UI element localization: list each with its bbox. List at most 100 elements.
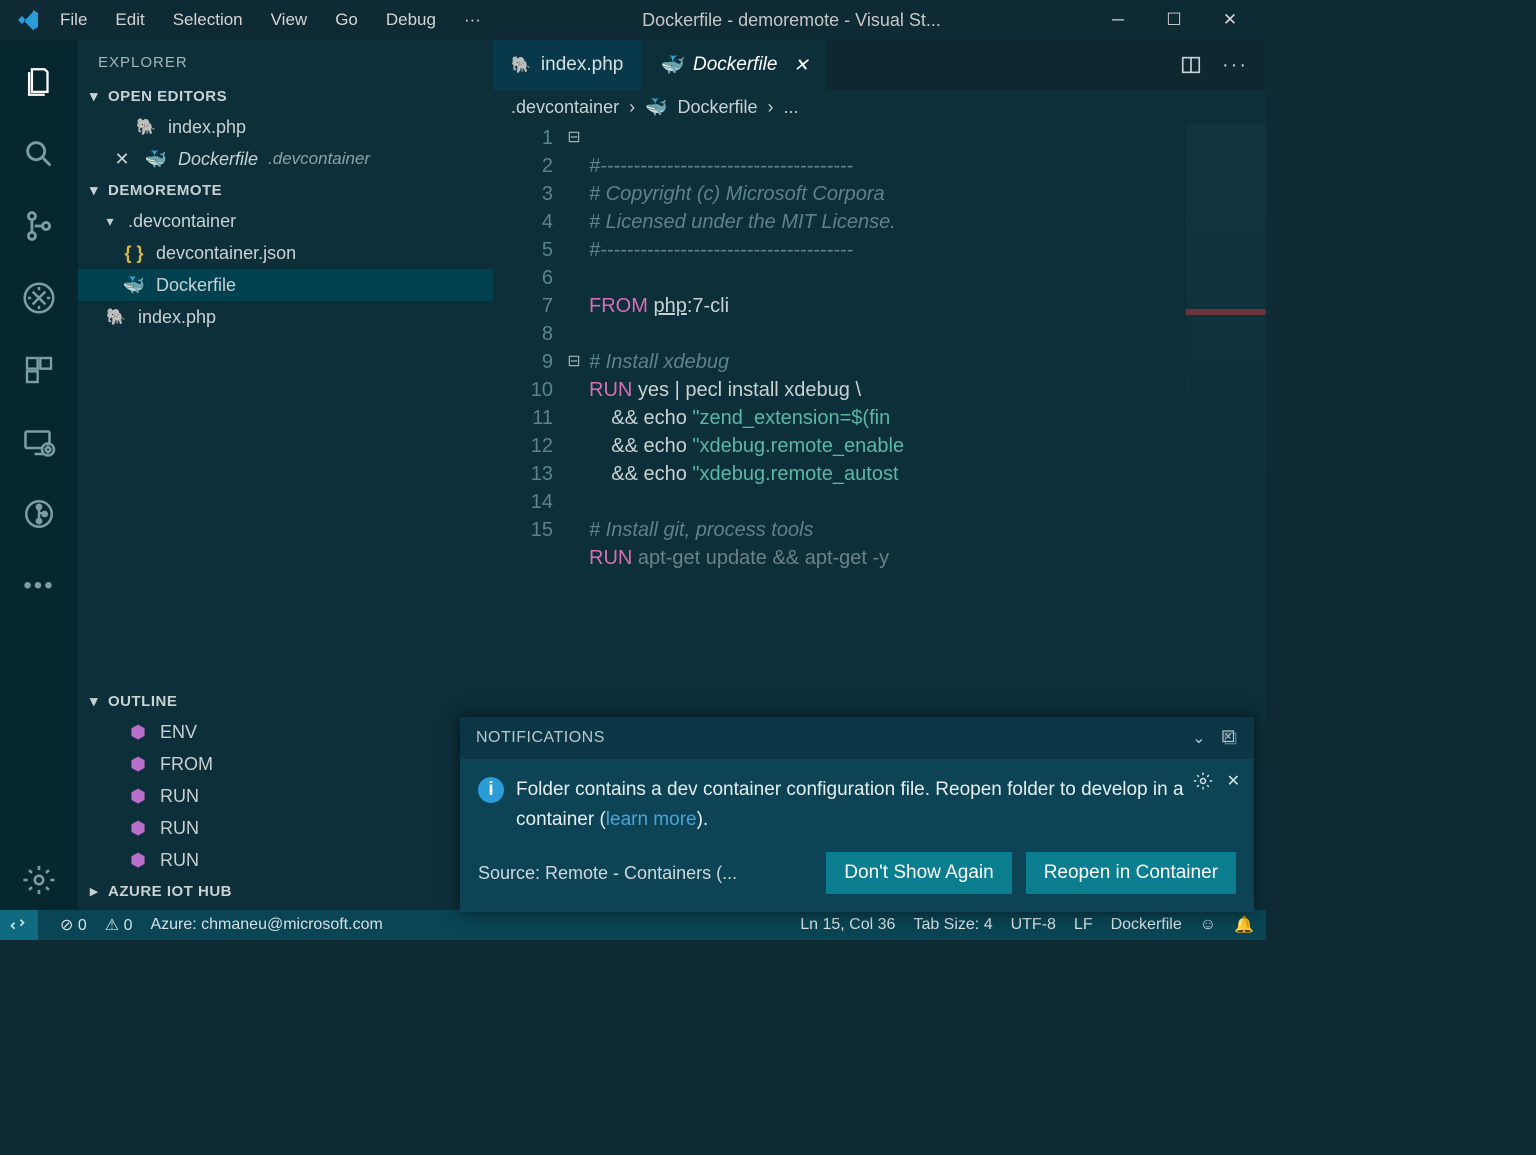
docker-icon: 🐳 [645, 97, 667, 118]
tab-close-icon[interactable]: ✕ [793, 55, 808, 76]
tab-index-php[interactable]: 🐘 index.php [493, 40, 641, 90]
outline-item[interactable]: ⬢ ENV [78, 716, 493, 748]
file-item[interactable]: { } devcontainer.json [78, 237, 493, 269]
outline-symbol: ENV [160, 722, 197, 743]
remote-indicator[interactable] [0, 910, 38, 940]
php-icon: 🐘 [134, 117, 158, 137]
workspace-header[interactable]: ▾ DEMOREMOTE [78, 175, 493, 205]
breadcrumb-segment[interactable]: ... [784, 97, 799, 118]
title-bar: File Edit Selection View Go Debug ··· Do… [0, 0, 1266, 40]
folder-item[interactable]: ▾ .devcontainer [78, 205, 493, 237]
reopen-in-container-button[interactable]: Reopen in Container [1026, 852, 1236, 894]
close-icon[interactable]: ✕ [110, 149, 134, 170]
activity-explorer-icon[interactable] [9, 52, 69, 112]
menu-debug[interactable]: Debug [374, 6, 448, 34]
clear-notifications-icon[interactable] [1220, 728, 1238, 748]
php-icon: 🐘 [511, 55, 531, 75]
close-window-icon[interactable]: ✕ [1202, 0, 1258, 40]
outline-item[interactable]: ⬢ FROM [78, 748, 493, 780]
activity-more-icon[interactable]: ••• [9, 556, 69, 616]
breadcrumb-segment[interactable]: Dockerfile [678, 97, 758, 118]
split-editor-icon[interactable] [1180, 54, 1202, 76]
menu-go[interactable]: Go [323, 6, 370, 34]
file-label: Dockerfile [156, 275, 236, 296]
status-cursor-position[interactable]: Ln 15, Col 36 [800, 916, 895, 934]
open-editors-label: OPEN EDITORS [108, 88, 227, 105]
file-item[interactable]: 🐳 Dockerfile [78, 269, 493, 301]
menu-more[interactable]: ··· [452, 6, 493, 34]
chevron-down-icon: ▾ [102, 213, 118, 230]
dont-show-again-button[interactable]: Don't Show Again [826, 852, 1011, 894]
activity-git-icon[interactable] [9, 484, 69, 544]
status-warnings[interactable]: ⚠ 0 [105, 915, 133, 935]
azure-iot-header[interactable]: ▸ AZURE IOT HUB [78, 876, 493, 906]
workspace-label: DEMOREMOTE [108, 182, 222, 199]
fold-gutter[interactable]: ⊟⊟ [565, 124, 583, 544]
outline-symbol: RUN [160, 786, 199, 807]
outline-header[interactable]: ▾ OUTLINE [78, 686, 493, 716]
outline-symbol: RUN [160, 818, 199, 839]
outline-item[interactable]: ⬢ RUN [78, 812, 493, 844]
open-editors-header[interactable]: ▾ OPEN EDITORS [78, 81, 493, 111]
file-label: index.php [138, 307, 216, 328]
chevron-right-icon: › [768, 97, 774, 118]
activity-search-icon[interactable] [9, 124, 69, 184]
azure-label: AZURE IOT HUB [108, 883, 232, 900]
tab-dockerfile[interactable]: 🐳 Dockerfile ✕ [641, 40, 826, 90]
menu-file[interactable]: File [48, 6, 99, 34]
folder-label: .devcontainer [128, 211, 236, 232]
notifications-title: NOTIFICATIONS [476, 729, 605, 747]
outline-item[interactable]: ⬢RUN [78, 844, 493, 876]
menu-edit[interactable]: Edit [103, 6, 156, 34]
activity-settings-icon[interactable] [9, 850, 69, 910]
window-title: Dockerfile - demoremote - Visual St... [493, 10, 1090, 31]
outline-symbol: FROM [160, 754, 213, 775]
learn-more-link[interactable]: learn more [606, 809, 697, 830]
status-bar: ⊘ 0 ⚠ 0 Azure: chmaneu@microsoft.com Ln … [0, 910, 1266, 940]
outline-item[interactable]: ⬢RUN [78, 780, 493, 812]
line-numbers: 123456789101112131415 [493, 124, 563, 544]
status-feedback-icon[interactable]: ☺ [1200, 916, 1216, 934]
status-encoding[interactable]: UTF-8 [1011, 916, 1056, 934]
menu-selection[interactable]: Selection [161, 6, 255, 34]
symbol-icon: ⬢ [126, 754, 150, 775]
breadcrumb[interactable]: .devcontainer › 🐳 Dockerfile › ... [493, 90, 1266, 124]
code-content[interactable]: #-------------------------------------- … [589, 124, 1266, 600]
symbol-icon: ⬢ [126, 850, 150, 871]
chevron-down-icon: ▾ [86, 87, 102, 105]
minimap[interactable] [1186, 124, 1266, 504]
main-menu: File Edit Selection View Go Debug ··· [48, 6, 493, 34]
docker-icon: 🐳 [144, 149, 168, 170]
editor-more-icon[interactable]: ··· [1222, 54, 1248, 77]
collapse-notifications-icon[interactable]: ⌄ [1192, 728, 1206, 748]
activity-debug-icon[interactable] [9, 268, 69, 328]
status-eol[interactable]: LF [1074, 916, 1093, 934]
status-notifications-icon[interactable]: 🔔 [1234, 915, 1254, 935]
activity-bar: ••• [0, 40, 78, 910]
open-editor-item[interactable]: ✕ 🐳 Dockerfile .devcontainer [78, 143, 493, 175]
activity-extensions-icon[interactable] [9, 340, 69, 400]
file-label: Dockerfile [178, 149, 258, 170]
menu-view[interactable]: View [259, 6, 320, 34]
status-tab-size[interactable]: Tab Size: 4 [913, 916, 992, 934]
chevron-right-icon: ▸ [86, 882, 102, 900]
activity-scm-icon[interactable] [9, 196, 69, 256]
notification-close-icon[interactable]: ✕ [1227, 771, 1240, 791]
vscode-logo-icon [8, 8, 48, 32]
symbol-icon: ⬢ [126, 818, 150, 839]
file-item[interactable]: 🐘 index.php [78, 301, 493, 333]
sidebar-title: EXPLORER [78, 40, 493, 81]
docker-icon: 🐳 [122, 275, 146, 296]
tab-label: index.php [541, 54, 623, 76]
breadcrumb-segment[interactable]: .devcontainer [511, 97, 619, 118]
tab-label: Dockerfile [693, 54, 777, 76]
status-azure-account[interactable]: Azure: chmaneu@microsoft.com [150, 916, 382, 934]
status-language[interactable]: Dockerfile [1111, 916, 1182, 934]
minimize-window-icon[interactable]: ─ [1090, 0, 1146, 40]
status-errors[interactable]: ⊘ 0 [60, 915, 87, 935]
notification-settings-icon[interactable] [1193, 771, 1213, 791]
open-editor-item[interactable]: 🐘 index.php [78, 111, 493, 143]
activity-remote-icon[interactable] [9, 412, 69, 472]
symbol-icon: ⬢ [126, 722, 150, 743]
maximize-window-icon[interactable]: ☐ [1146, 0, 1202, 40]
